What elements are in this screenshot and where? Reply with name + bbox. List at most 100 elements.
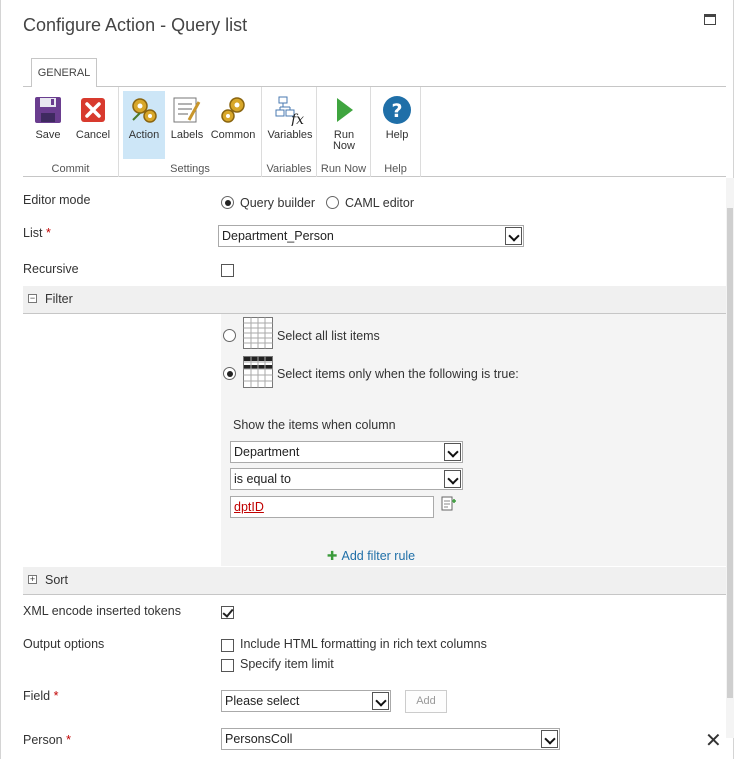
field-select[interactable]: Please select bbox=[221, 690, 391, 712]
help-icon: ? bbox=[381, 94, 413, 126]
recursive-checkbox[interactable] bbox=[221, 264, 234, 277]
select-conditional-radio[interactable] bbox=[223, 367, 236, 380]
labels-label: Labels bbox=[170, 129, 204, 141]
svg-text:fx: fx bbox=[290, 112, 304, 126]
recursive-label: Recursive bbox=[23, 262, 79, 276]
run-now-button[interactable]: Run Now bbox=[323, 91, 365, 159]
close-icon[interactable]: ✕ bbox=[705, 731, 722, 751]
save-icon bbox=[32, 94, 64, 126]
required-mark: * bbox=[45, 226, 51, 240]
caml-editor-label: CAML editor bbox=[345, 196, 415, 210]
tab-general[interactable]: GENERAL bbox=[31, 58, 97, 87]
dialog-title: Configure Action - Query list bbox=[23, 15, 248, 35]
query-builder-radio[interactable] bbox=[221, 196, 234, 209]
run-now-label-2: Now bbox=[332, 140, 355, 152]
filtered-table-icon bbox=[243, 356, 273, 391]
add-field-button[interactable]: Add bbox=[405, 690, 447, 713]
table-icon bbox=[243, 317, 273, 352]
expand-icon[interactable]: + bbox=[28, 575, 37, 584]
filter-operator-select[interactable]: is equal to bbox=[230, 468, 463, 490]
item-limit-checkbox[interactable] bbox=[221, 659, 234, 672]
filter-operator-value: is equal to bbox=[234, 472, 291, 486]
plus-icon: ✚ bbox=[327, 549, 338, 563]
item-limit-label: Specify item limit bbox=[240, 657, 334, 671]
group-label-run-now: Run Now bbox=[320, 163, 367, 175]
scrollbar[interactable] bbox=[726, 178, 734, 738]
xml-encode-label: XML encode inserted tokens bbox=[23, 604, 181, 618]
select-conditional-label: Select items only when the following is … bbox=[277, 367, 519, 381]
filter-section-title: Filter bbox=[45, 292, 73, 306]
action-label: Action bbox=[128, 129, 160, 141]
variables-button[interactable]: fx Variables bbox=[266, 91, 314, 159]
cancel-icon bbox=[77, 94, 109, 126]
chevron-down-icon[interactable] bbox=[372, 692, 389, 710]
filter-value-input[interactable]: dptID bbox=[230, 496, 434, 518]
ribbon-group-commit: Save Cancel Commit bbox=[23, 87, 119, 177]
common-label: Common bbox=[210, 129, 256, 141]
action-button[interactable]: Action bbox=[123, 91, 165, 159]
group-label-commit: Commit bbox=[51, 163, 90, 175]
scrollbar-thumb[interactable] bbox=[727, 208, 733, 698]
variables-label: Variables bbox=[267, 129, 313, 141]
common-gear-icon bbox=[217, 94, 249, 126]
filter-column-select[interactable]: Department bbox=[230, 441, 463, 463]
svg-text:?: ? bbox=[391, 100, 402, 122]
ribbon: Save Cancel Commit Action Labels Common … bbox=[23, 86, 726, 177]
action-gear-icon bbox=[128, 94, 160, 126]
select-all-radio[interactable] bbox=[223, 329, 236, 342]
output-options-label: Output options bbox=[23, 637, 105, 651]
field-label: Field * bbox=[23, 689, 58, 703]
group-label-help: Help bbox=[384, 163, 407, 175]
ribbon-group-variables: fx Variables Variables bbox=[262, 87, 317, 177]
save-label: Save bbox=[35, 129, 61, 141]
group-label-variables: Variables bbox=[266, 163, 312, 175]
insert-reference-icon[interactable] bbox=[441, 496, 457, 515]
include-html-label: Include HTML formatting in rich text col… bbox=[240, 637, 487, 651]
person-label-text: Person bbox=[23, 733, 63, 747]
include-html-checkbox[interactable] bbox=[221, 639, 234, 652]
list-label-text: List bbox=[23, 226, 43, 240]
field-label-text: Field bbox=[23, 689, 51, 703]
chevron-down-icon[interactable] bbox=[541, 730, 558, 748]
variables-fx-icon: fx bbox=[274, 94, 306, 128]
editor-mode-label: Editor mode bbox=[23, 193, 91, 207]
add-filter-rule-link[interactable]: ✚ Add filter rule bbox=[327, 548, 415, 563]
chevron-down-icon[interactable] bbox=[505, 227, 522, 245]
list-select[interactable]: Department_Person bbox=[218, 225, 524, 247]
list-select-value: Department_Person bbox=[222, 229, 334, 243]
field-select-value: Please select bbox=[225, 694, 300, 708]
cancel-label: Cancel bbox=[75, 129, 111, 141]
caml-editor-radio[interactable] bbox=[326, 196, 339, 209]
ribbon-group-run-now: Run Now Run Now bbox=[317, 87, 371, 177]
labels-icon bbox=[171, 94, 203, 126]
query-builder-label: Query builder bbox=[240, 196, 316, 210]
play-icon bbox=[328, 94, 360, 126]
sort-section-header[interactable]: + Sort bbox=[23, 567, 726, 595]
person-label: Person * bbox=[23, 733, 71, 747]
ribbon-group-help: ? Help Help bbox=[371, 87, 421, 177]
chevron-down-icon[interactable] bbox=[444, 470, 461, 488]
filter-column-value: Department bbox=[234, 445, 300, 459]
show-items-label: Show the items when column bbox=[233, 418, 396, 432]
person-select[interactable]: PersonsColl bbox=[221, 728, 560, 750]
cancel-button[interactable]: Cancel bbox=[73, 91, 113, 159]
save-button[interactable]: Save bbox=[29, 91, 67, 159]
xml-encode-checkbox[interactable] bbox=[221, 606, 234, 619]
maximize-icon[interactable] bbox=[704, 14, 716, 25]
filter-panel bbox=[221, 314, 726, 566]
required-mark: * bbox=[53, 689, 59, 703]
help-label: Help bbox=[385, 129, 409, 141]
filter-value-token: dptID bbox=[234, 500, 264, 514]
chevron-down-icon[interactable] bbox=[444, 443, 461, 461]
common-button[interactable]: Common bbox=[209, 91, 257, 159]
add-filter-rule-text: Add filter rule bbox=[341, 549, 416, 563]
help-button[interactable]: ? Help bbox=[377, 91, 417, 159]
required-mark: * bbox=[66, 733, 71, 747]
person-select-value: PersonsColl bbox=[225, 732, 293, 746]
collapse-icon[interactable]: − bbox=[28, 294, 37, 303]
filter-section-header[interactable]: − Filter bbox=[23, 286, 726, 314]
group-label-settings: Settings bbox=[170, 163, 210, 175]
list-label: List * bbox=[23, 226, 51, 240]
sort-section-title: Sort bbox=[45, 573, 68, 587]
labels-button[interactable]: Labels bbox=[169, 91, 205, 159]
